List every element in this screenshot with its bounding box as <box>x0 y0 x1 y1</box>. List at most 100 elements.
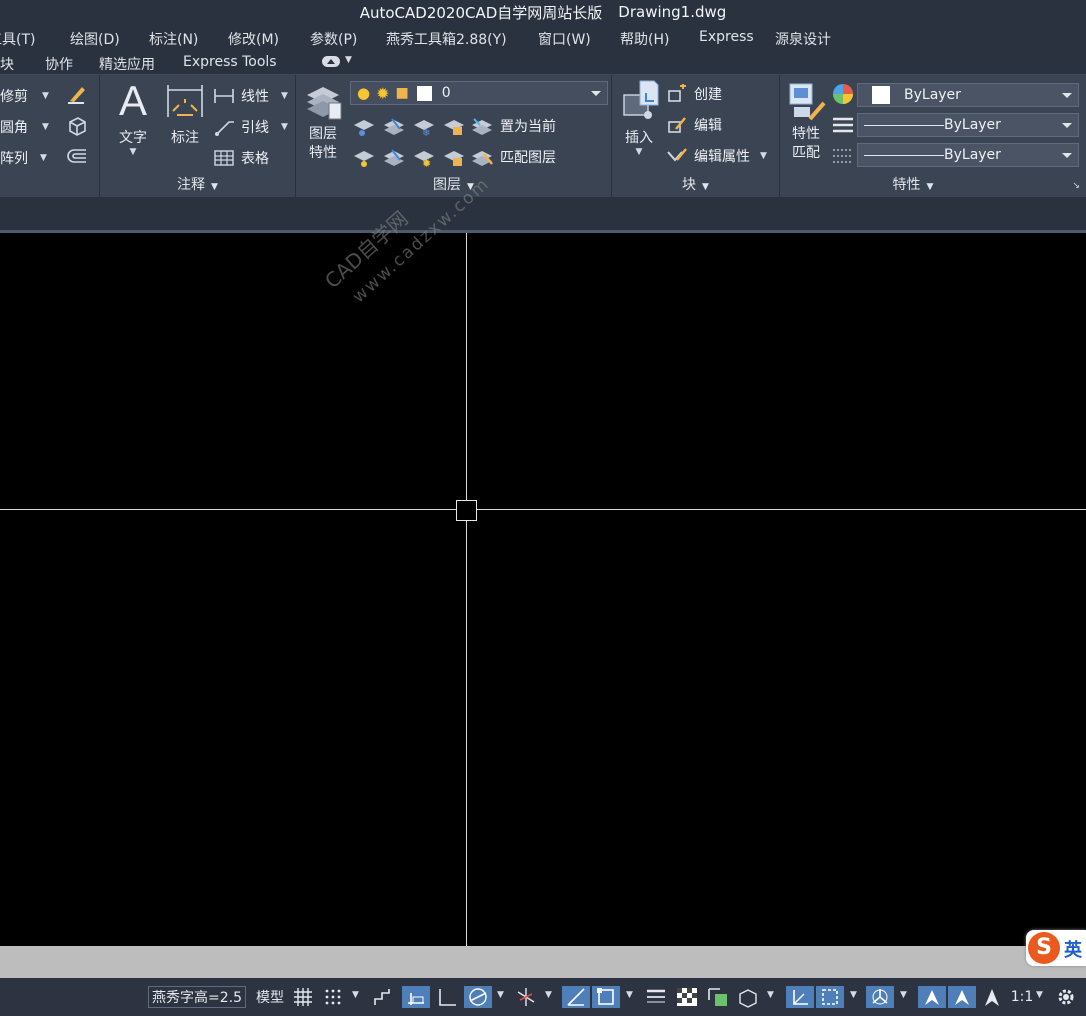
text-height-indicator[interactable]: 燕秀字高=2.5 <box>148 986 246 1008</box>
leader-button[interactable]: 引线 ▼ <box>213 117 288 137</box>
chevron-down-icon[interactable]: ▼ <box>1036 990 1043 1000</box>
block-panel-title[interactable]: 块 ▼ <box>612 174 779 194</box>
offset-icon[interactable] <box>66 145 88 167</box>
auto-scale-button[interactable] <box>948 986 976 1008</box>
chevron-down-icon[interactable]: ▼ <box>900 990 907 1000</box>
menu-draw[interactable]: 绘图(D) <box>70 29 120 49</box>
chevron-down-icon[interactable]: ▼ <box>281 122 288 132</box>
chevron-down-icon[interactable]: ▼ <box>42 91 49 101</box>
annotation-visibility-button[interactable] <box>918 986 946 1008</box>
menu-dimension[interactable]: 标注(N) <box>149 29 198 49</box>
trim-button[interactable]: 修剪 ▼ <box>0 86 49 106</box>
tab-featured-apps[interactable]: 精选应用 <box>99 54 155 74</box>
table-button[interactable]: 表格 <box>213 148 269 168</box>
chevron-down-icon[interactable]: ▼ <box>850 990 857 1000</box>
menu-tools[interactable]: 工具(T) <box>0 29 35 49</box>
lightbulb-icon[interactable]: ● <box>357 84 370 102</box>
insert-block-button[interactable]: 插入 ▼ <box>618 79 660 157</box>
color-dropdown[interactable]: ByLayer <box>857 83 1079 107</box>
command-line-area[interactable] <box>0 946 1086 978</box>
create-block-button[interactable]: 创建 <box>666 84 722 104</box>
3d-object-snap-icon[interactable] <box>736 986 760 1008</box>
object-snap-tracking-button[interactable] <box>562 986 590 1008</box>
chevron-down-icon[interactable]: ▼ <box>352 990 359 1000</box>
dimension-button[interactable]: 标注 <box>164 81 206 147</box>
color-wheel-icon[interactable] <box>832 83 854 105</box>
chevron-down-icon[interactable] <box>1062 153 1072 158</box>
menu-help[interactable]: 帮助(H) <box>620 29 669 49</box>
linear-dimension-button[interactable]: 线性 ▼ <box>213 86 288 106</box>
chevron-down-icon[interactable]: ▼ <box>115 147 151 157</box>
chevron-down-icon[interactable]: ▼ <box>211 182 218 192</box>
tab-collaborate[interactable]: 协作 <box>45 54 73 74</box>
isodraft-icon[interactable] <box>514 986 538 1008</box>
chevron-down-icon[interactable]: ▼ <box>626 990 633 1000</box>
chevron-down-icon[interactable]: ▼ <box>40 153 47 163</box>
lineweight-dropdown[interactable]: ByLayer <box>857 143 1079 167</box>
linetype-dropdown[interactable]: ByLayer <box>857 113 1079 137</box>
match-layer-button[interactable]: 匹配图层 <box>470 146 556 168</box>
chevron-down-icon[interactable]: ▼ <box>545 990 552 1000</box>
edit-attributes-button[interactable]: 编辑属性 ▼ <box>666 146 767 166</box>
ime-toolbar[interactable]: S 英 <box>1026 930 1086 966</box>
text-label: 文字 <box>119 130 147 146</box>
extrude-icon[interactable] <box>66 114 88 136</box>
selection-filter-button[interactable] <box>816 986 844 1008</box>
fillet-button[interactable]: 圆角 ▼ <box>0 117 49 137</box>
lineweight-icon[interactable] <box>832 146 854 166</box>
menu-yanxiu[interactable]: 燕秀工具箱2.88(Y) <box>386 29 507 49</box>
grid-icon[interactable] <box>292 986 314 1008</box>
chevron-down-icon[interactable]: ▼ <box>281 91 288 101</box>
erase-icon[interactable] <box>66 83 88 105</box>
tab-modules[interactable]: 模块 <box>0 54 14 74</box>
dynamic-ucs-button[interactable] <box>786 986 814 1008</box>
polar-tracking-button[interactable] <box>464 986 492 1008</box>
menu-express[interactable]: Express <box>699 29 754 45</box>
drawing-canvas[interactable]: CAD自学网 www.cadzxw.com <box>0 174 1086 983</box>
menu-yuanquan[interactable]: 源泉设计 <box>775 29 831 49</box>
infer-constraints-icon[interactable] <box>372 986 396 1008</box>
set-current-layer-button[interactable]: 置为当前 <box>470 115 556 137</box>
sun-icon[interactable]: ✹ <box>376 84 389 103</box>
layer-properties-button[interactable]: 图层 特性 <box>302 81 344 163</box>
unlock-icon[interactable]: ■ <box>396 85 409 101</box>
match-properties-button[interactable]: 特性 匹配 <box>786 81 826 163</box>
menu-window[interactable]: 窗口(W) <box>538 29 591 49</box>
tab-express-tools[interactable]: Express Tools <box>183 54 277 70</box>
chevron-down-icon[interactable] <box>1062 123 1072 128</box>
chevron-down-icon[interactable]: ▼ <box>927 182 934 192</box>
text-button[interactable]: A 文字 ▼ <box>115 77 151 157</box>
edit-block-button[interactable]: 编辑 <box>666 115 722 135</box>
model-space-button[interactable]: 模型 <box>252 986 288 1008</box>
chevron-down-icon[interactable] <box>1062 93 1072 98</box>
menu-modify[interactable]: 修改(M) <box>228 29 279 49</box>
array-button[interactable]: 阵列 ▼ <box>0 148 47 168</box>
chevron-down-icon[interactable]: ▼ <box>618 147 660 157</box>
chevron-down-icon[interactable]: ▼ <box>42 122 49 132</box>
properties-panel-title[interactable]: 特性 ▼ <box>780 174 1086 194</box>
chevron-down-icon[interactable] <box>591 91 601 96</box>
ribbon-minimize-toggle-icon[interactable] <box>322 56 340 67</box>
chevron-down-icon[interactable]: ▼ <box>345 55 352 65</box>
layer-dropdown[interactable]: ● ✹ ■ 0 <box>350 81 608 105</box>
gizmo-button[interactable] <box>866 986 894 1008</box>
ime-mode[interactable]: 英 <box>1064 936 1082 962</box>
annotation-scale-icon[interactable] <box>980 986 1004 1008</box>
chevron-down-icon[interactable]: ▼ <box>497 990 504 1000</box>
selection-cycling-icon[interactable] <box>706 986 730 1008</box>
object-snap-button[interactable] <box>592 986 620 1008</box>
chevron-down-icon[interactable]: ▼ <box>702 182 709 192</box>
annotation-panel-title[interactable]: 注释 ▼ <box>100 174 295 194</box>
linetype-icon[interactable] <box>832 115 854 135</box>
menu-parametric[interactable]: 参数(P) <box>310 29 357 49</box>
panel-launcher-icon[interactable]: ↘ <box>1072 181 1080 191</box>
snap-icon[interactable] <box>322 986 344 1008</box>
chevron-down-icon[interactable]: ▼ <box>767 990 774 1000</box>
gear-icon[interactable] <box>1054 986 1078 1008</box>
annotation-scale-value[interactable]: 1:1 <box>1008 986 1036 1008</box>
lineweight-display-icon[interactable] <box>644 986 668 1008</box>
chevron-down-icon[interactable]: ▼ <box>760 151 767 161</box>
transparency-icon[interactable] <box>675 986 699 1008</box>
dynamic-input-button[interactable] <box>402 986 430 1008</box>
ortho-icon[interactable] <box>436 986 458 1008</box>
